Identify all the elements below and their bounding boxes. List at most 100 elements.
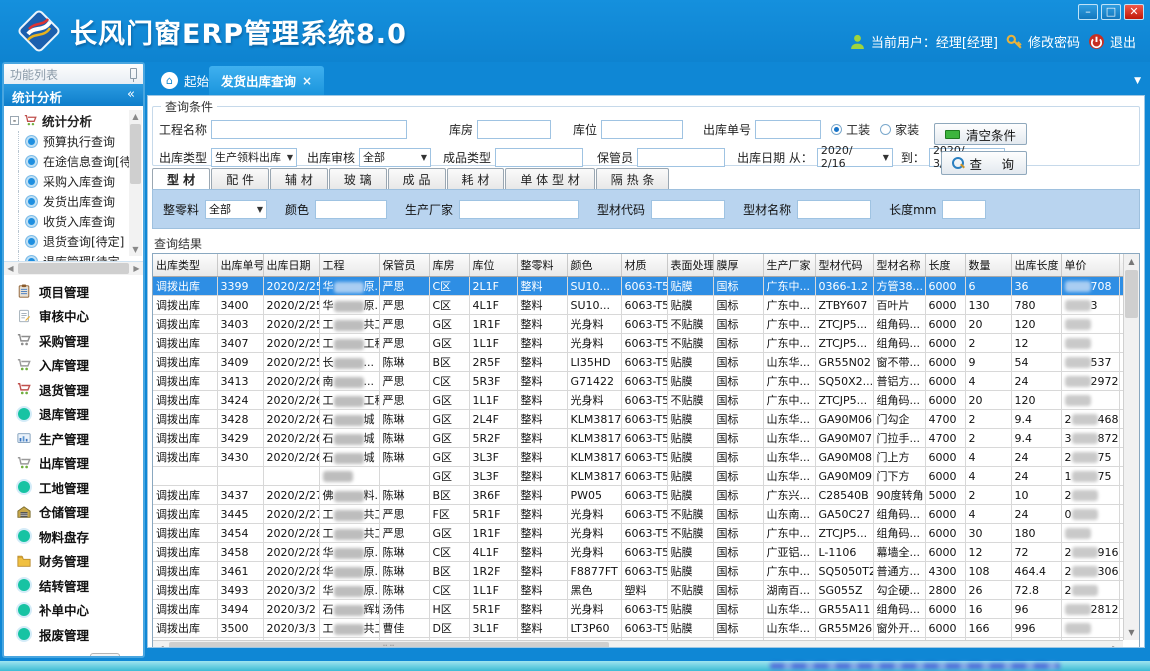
product-type-input[interactable] bbox=[495, 148, 583, 167]
table-row[interactable]: 调拨出库34942020/3/2石辉城汤伟H区5R1F整料光身料6063-T5贴… bbox=[153, 600, 1123, 619]
out-type-select[interactable]: 生产领料出库▼ bbox=[211, 148, 297, 167]
radio-jiazhuang[interactable]: 家装 bbox=[880, 121, 919, 138]
logout-button[interactable]: 退出 bbox=[1088, 32, 1136, 51]
length-input[interactable] bbox=[942, 200, 986, 219]
table-row[interactable]: 调拨出库34372020/2/27佛料...陈琳B区3R6F整料PW056063… bbox=[153, 486, 1123, 505]
material-tab-耗材[interactable]: 耗 材 bbox=[447, 168, 505, 189]
column-header[interactable]: 工程 bbox=[319, 254, 379, 277]
material-tab-单体型材[interactable]: 单 体 型 材 bbox=[505, 168, 594, 189]
column-header[interactable]: 保管员 bbox=[379, 254, 429, 277]
minimize-button[interactable] bbox=[1078, 4, 1098, 20]
column-header[interactable]: 颜色 bbox=[567, 254, 621, 277]
tree-horizontal-scrollbar[interactable]: ◀▶ bbox=[4, 262, 143, 275]
sidebar-section-statistics[interactable]: 统计分析 « bbox=[4, 84, 143, 106]
tree-item-在途信息查询[待[interactable]: 在途信息查询[待 bbox=[10, 151, 143, 171]
tree-item-采购入库查询[interactable]: 采购入库查询 bbox=[10, 171, 143, 191]
grid-horizontal-scrollbar[interactable]: ◀⠿⠿▶ bbox=[153, 640, 1123, 648]
collapse-icon[interactable]: « bbox=[127, 87, 135, 102]
column-header[interactable]: 出库类型 bbox=[153, 254, 217, 277]
expander-icon[interactable]: - bbox=[10, 116, 19, 125]
column-header[interactable]: 出库长度 bbox=[1011, 254, 1061, 277]
table-row[interactable]: 调拨出库34032020/2/25工共工程严思G区1R1F整料光身料6063-T… bbox=[153, 315, 1123, 334]
material-tab-玻璃[interactable]: 玻 璃 bbox=[329, 168, 387, 189]
tree-item-退库管理[待定[interactable]: 退库管理[待定 bbox=[10, 251, 143, 262]
table-row[interactable]: 调拨出库34302020/2/26石城陈琳G区3L3F整料KLM38176063… bbox=[153, 448, 1123, 467]
audit-select[interactable]: 全部▼ bbox=[359, 148, 431, 167]
table-row[interactable]: 调拨出库34292020/2/26石城陈琳G区5R2F整料KLM38176063… bbox=[153, 429, 1123, 448]
table-row[interactable]: 调拨出库34092020/2/25长...陈琳B区2R5F整料LI35HD606… bbox=[153, 353, 1123, 372]
tree-item-预算执行查询[interactable]: 预算执行查询 bbox=[10, 131, 143, 151]
sidebar-item-退货管理[interactable]: 退货管理 bbox=[4, 377, 143, 402]
close-button[interactable] bbox=[1124, 4, 1144, 20]
sidebar-item-入库管理[interactable]: 入库管理 bbox=[4, 353, 143, 378]
material-tab-配件[interactable]: 配 件 bbox=[211, 168, 269, 189]
change-password-button[interactable]: 修改密码 bbox=[1006, 32, 1080, 51]
sidebar-item-采购管理[interactable]: 采购管理 bbox=[4, 328, 143, 353]
tab-close-icon[interactable]: × bbox=[302, 74, 312, 88]
radio-gongzhuang[interactable]: 工装 bbox=[831, 121, 870, 138]
column-header[interactable]: 单价 bbox=[1061, 254, 1119, 277]
column-header[interactable]: 材质 bbox=[621, 254, 667, 277]
column-header[interactable]: 出库单号 bbox=[217, 254, 263, 277]
tree-root-statistics[interactable]: - 统计分析 bbox=[10, 110, 143, 131]
more-chevron-icon[interactable]: »▾ bbox=[133, 657, 139, 659]
table-row[interactable]: 调拨出库34612020/2/28华原...陈琳B区1R2F整料F8877FT6… bbox=[153, 562, 1123, 581]
grid-vertical-scrollbar[interactable]: ▲▼ bbox=[1123, 254, 1139, 640]
tab-shipping-outbound-query[interactable]: 发货出库查询 × bbox=[209, 66, 324, 95]
column-header[interactable]: 库房 bbox=[429, 254, 469, 277]
sidebar-item-项目管理[interactable]: 项目管理 bbox=[4, 279, 143, 304]
pin-icon[interactable] bbox=[130, 68, 137, 79]
table-row[interactable]: 调拨出库34132020/2/26南...严思C区5R3F整料G71422606… bbox=[153, 372, 1123, 391]
location-input[interactable] bbox=[601, 120, 683, 139]
table-row[interactable]: 调拨出库34542020/2/28工共工程严思G区1R1F整料光身料6063-T… bbox=[153, 524, 1123, 543]
sidebar-item-结转管理[interactable]: 结转管理 bbox=[4, 573, 143, 598]
manufacturer-input[interactable] bbox=[459, 200, 579, 219]
project-name-input[interactable] bbox=[211, 120, 407, 139]
sidebar-item-补单中心[interactable]: 补单中心 bbox=[4, 598, 143, 623]
material-tab-隔热条[interactable]: 隔 热 条 bbox=[596, 168, 670, 189]
keeper-input[interactable] bbox=[637, 148, 725, 167]
sidebar-item-工地管理[interactable]: 工地管理 bbox=[4, 475, 143, 500]
search-button[interactable]: 查 询 bbox=[941, 151, 1027, 175]
results-table[interactable]: 出库类型出库单号出库日期工程保管员库房库位整零料颜色材质表面处理膜厚生产厂家型材… bbox=[153, 254, 1123, 640]
profile-code-input[interactable] bbox=[651, 200, 725, 219]
sidebar-item-生产管理[interactable]: 生产管理 bbox=[4, 426, 143, 451]
profile-name-input[interactable] bbox=[797, 200, 871, 219]
sidebar-item-审核中心[interactable]: 审核中心 bbox=[4, 304, 143, 329]
sidebar-item-财务管理[interactable]: 财务管理 bbox=[4, 549, 143, 574]
whole-part-select[interactable]: 全部▼ bbox=[205, 200, 267, 219]
tree-vertical-scrollbar[interactable]: ▲▼ bbox=[129, 110, 142, 256]
table-row[interactable]: 调拨出库34242020/2/26工工程严思G区1L1F整料光身料6063-T5… bbox=[153, 391, 1123, 410]
material-tab-型材[interactable]: 型 材 bbox=[152, 168, 210, 189]
column-header[interactable]: 数量 bbox=[965, 254, 1011, 277]
sidebar-item-退库管理[interactable]: 退库管理 bbox=[4, 402, 143, 427]
column-header[interactable]: 表面处理 bbox=[667, 254, 713, 277]
column-header[interactable]: 型材名称 bbox=[873, 254, 925, 277]
column-header[interactable]: 生产厂家 bbox=[763, 254, 815, 277]
column-header[interactable]: 整零料 bbox=[517, 254, 567, 277]
table-row[interactable]: 调拨出库34932020/3/2华原...陈琳C区1L1F整料黑色塑料不贴膜国标… bbox=[153, 581, 1123, 600]
sidebar-item-出库管理[interactable]: 出库管理 bbox=[4, 451, 143, 476]
column-header[interactable]: 型材代码 bbox=[815, 254, 873, 277]
table-row[interactable]: 调拨出库34282020/2/26石城陈琳G区2L4F整料KLM38176063… bbox=[153, 410, 1123, 429]
cart-tray-button[interactable] bbox=[90, 653, 120, 659]
color-input[interactable] bbox=[315, 200, 387, 219]
warehouse-input[interactable] bbox=[477, 120, 551, 139]
sidebar-item-仓储管理[interactable]: 仓储管理 bbox=[4, 500, 143, 525]
table-row[interactable]: 调拨出库34072020/2/25工工程严思G区1L1F整料光身料6063-T5… bbox=[153, 334, 1123, 353]
sidebar-item-物料盘存[interactable]: 物料盘存 bbox=[4, 524, 143, 549]
table-row[interactable]: 调拨出库35002020/3/3工共工程曹佳D区3L1F整料LT3P606063… bbox=[153, 619, 1123, 638]
tree-item-收货入库查询[interactable]: 收货入库查询 bbox=[10, 211, 143, 231]
column-header[interactable]: 出库日期 bbox=[263, 254, 319, 277]
material-tab-成品[interactable]: 成 品 bbox=[388, 168, 446, 189]
order-no-input[interactable] bbox=[755, 120, 821, 139]
column-header[interactable]: 长度 bbox=[925, 254, 965, 277]
sidebar-item-报废管理[interactable]: 报废管理 bbox=[4, 622, 143, 647]
table-row[interactable]: 调拨出库33992020/2/25华原...严思C区2L1F整料SU10...6… bbox=[153, 277, 1123, 296]
maximize-button[interactable] bbox=[1101, 4, 1121, 20]
column-header[interactable]: 膜厚 bbox=[713, 254, 763, 277]
table-row[interactable]: 调拨出库34452020/2/27工共工程严思F区5R1F整料光身料6063-T… bbox=[153, 505, 1123, 524]
date-from-select[interactable]: 2020/ 2/16▼ bbox=[817, 148, 893, 167]
column-header[interactable]: 库位 bbox=[469, 254, 517, 277]
tab-overflow-caret-icon[interactable]: ▼ bbox=[1134, 76, 1141, 86]
